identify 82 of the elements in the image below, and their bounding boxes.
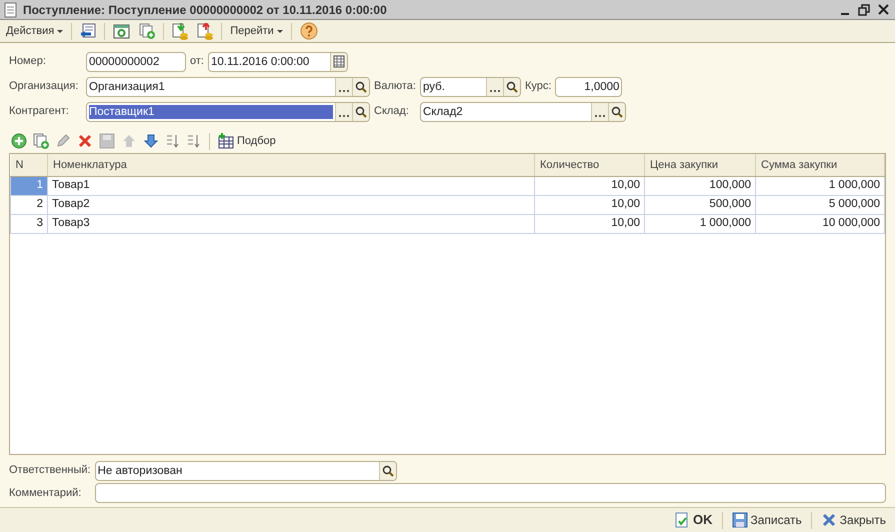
close-icon[interactable] (878, 4, 889, 15)
input-field[interactable]: Организация1 (86, 76, 370, 96)
window-title: Поступление: Поступление 00000000002 от 10.11.2016 0:00:00 (23, 2, 388, 18)
table-cell: 1 (10, 176, 48, 195)
table-cell: 1 000,000 (644, 214, 756, 233)
search-button[interactable] (378, 462, 396, 480)
column-header[interactable]: N (10, 154, 48, 176)
ok-button[interactable]: OK (671, 509, 716, 531)
search-icon (382, 464, 394, 476)
column-header[interactable]: Цена закупки (644, 154, 756, 176)
document-coins-icon[interactable] (172, 22, 188, 40)
selected-text: Поставщик1 (89, 104, 333, 118)
table-cell: 1 000,000 (756, 176, 884, 195)
column-header[interactable]: Номенклатура (48, 154, 534, 176)
table-cell: Товар3 (48, 214, 534, 233)
save-button[interactable]: Записать (728, 510, 805, 530)
menu-button[interactable]: Перейти (227, 24, 286, 38)
search-button[interactable] (352, 102, 369, 120)
close-icon (820, 512, 837, 528)
down-arrow-icon[interactable] (143, 133, 159, 149)
table-cell: 2 (10, 195, 48, 214)
search-icon (355, 106, 367, 118)
copy-add-icon[interactable] (33, 133, 49, 149)
search-button[interactable] (608, 102, 625, 120)
table-cell: 10 000,000 (756, 214, 884, 233)
pencil-icon[interactable] (55, 133, 71, 149)
restore-icon[interactable] (858, 4, 870, 16)
table-cell: 3 (10, 214, 48, 233)
table-cell: Товар1 (48, 176, 534, 195)
search-button[interactable] (502, 78, 520, 96)
caret-icon (57, 30, 64, 32)
help-icon[interactable] (300, 22, 318, 40)
document-coins-icon[interactable] (197, 22, 214, 40)
table-cell: 10,00 (534, 214, 644, 233)
input-field[interactable]: 10.11.2016 0:00:00 (208, 52, 348, 72)
input-field[interactable]: Склад2 (420, 102, 626, 122)
delete-icon[interactable] (77, 133, 93, 149)
menu-button[interactable]: Действия (3, 24, 66, 38)
search-icon (506, 80, 518, 92)
field-label: Валюта: (374, 79, 416, 94)
field-label: Номер: (9, 54, 47, 70)
refresh-window-icon[interactable] (113, 23, 130, 39)
close-button[interactable]: Закрыть (818, 510, 889, 530)
input-field[interactable]: Поставщик1 (86, 102, 370, 122)
table-cell: 100,000 (644, 176, 756, 195)
sort-ascending-icon[interactable] (165, 133, 180, 149)
input-field[interactable] (94, 483, 886, 503)
calendar-icon (332, 55, 345, 68)
calendar-button[interactable] (330, 52, 347, 70)
table-cell: 10,00 (534, 176, 644, 195)
field-label: от: (190, 54, 204, 70)
pick-button[interactable]: Подбор (218, 133, 276, 149)
table-cell: Товар2 (48, 195, 534, 214)
search-icon (611, 106, 623, 118)
add-icon[interactable] (11, 133, 27, 149)
search-icon (355, 80, 367, 92)
input-field[interactable]: 00000000002 (86, 52, 186, 72)
column-header[interactable]: Количество (534, 154, 644, 176)
column-header[interactable]: Сумма закупки (756, 154, 884, 176)
field-label: Комментарий: (9, 486, 82, 501)
choose-button[interactable] (486, 78, 503, 96)
field-label: Курс: (524, 79, 552, 94)
table-cell: 500,000 (644, 195, 756, 214)
field-label: Контрагент: (9, 104, 70, 120)
choose-button[interactable] (335, 102, 352, 120)
choose-button[interactable] (591, 102, 608, 120)
input-field[interactable]: руб. (420, 76, 521, 96)
table-cell: 10,00 (534, 195, 644, 214)
field-label: Ответственный: (9, 463, 91, 478)
document-icon (3, 2, 18, 18)
ok-document-icon (674, 512, 690, 528)
sort-descending-icon[interactable] (186, 133, 201, 149)
input-field[interactable]: Не авторизован (94, 460, 397, 480)
input-field[interactable]: 1,0000 (555, 76, 622, 96)
copy-add-icon[interactable] (139, 23, 156, 39)
field-label: Склад: (374, 104, 410, 120)
search-button[interactable] (352, 78, 369, 96)
choose-button[interactable] (335, 78, 352, 96)
table-cell: 5 000,000 (756, 195, 884, 214)
field-label: Организация: (9, 79, 80, 94)
table-add-icon (218, 133, 234, 149)
caret-icon (276, 30, 283, 32)
